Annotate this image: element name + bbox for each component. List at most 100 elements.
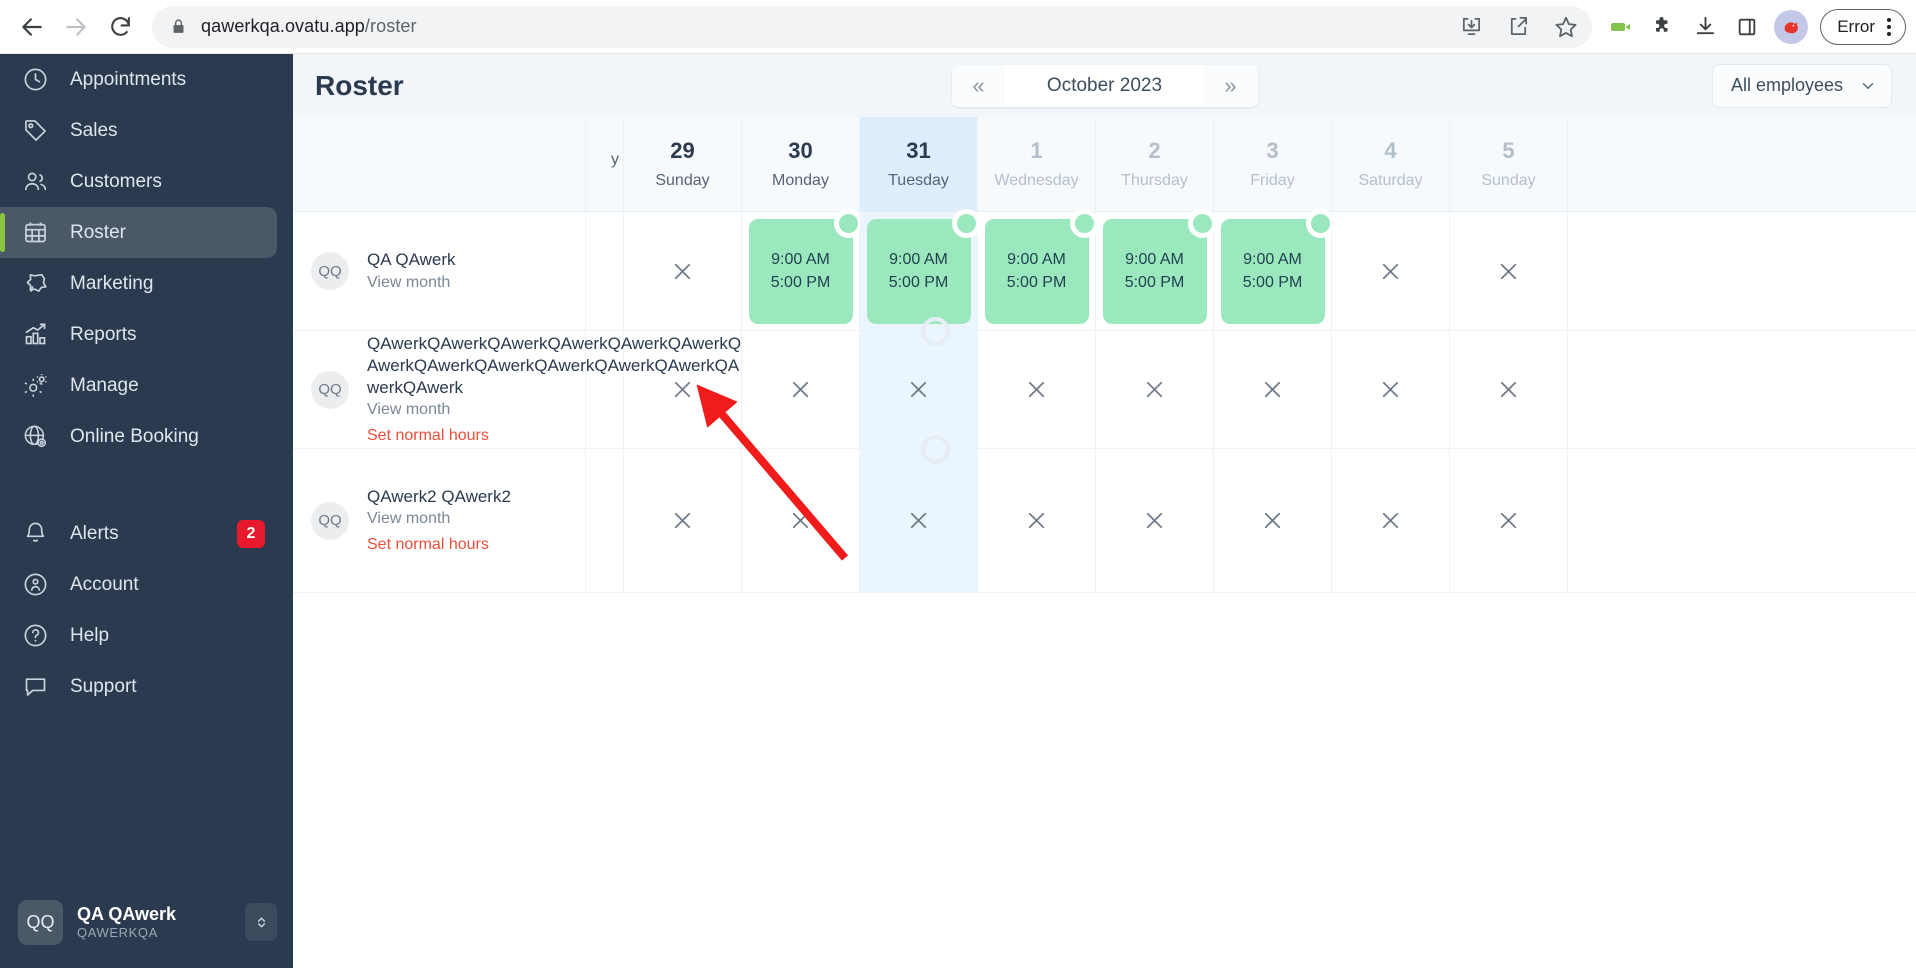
sidebar-item-customers[interactable]: Customers (0, 156, 277, 207)
shift-end-time: 5:00 PM (1006, 274, 1067, 291)
roster-cell-off[interactable] (1332, 212, 1450, 330)
roster-cell-off[interactable] (1096, 449, 1214, 592)
sidebar-item-account[interactable]: Account (0, 559, 277, 610)
sidebar-profile[interactable]: QQ QA QAwerk QAWERKQA (18, 894, 277, 950)
chat-icon (22, 673, 56, 700)
roster-cell-off[interactable] (978, 331, 1096, 448)
reload-button[interactable] (98, 5, 142, 49)
day-column-header[interactable]: 4 Saturday (1332, 117, 1450, 211)
sidebar-item-manage[interactable]: Manage (0, 360, 277, 411)
roster-cell-off[interactable] (742, 331, 860, 448)
roster-cell-shift[interactable]: 9:00 AM 5:00 PM (742, 208, 863, 330)
account-switcher-button[interactable] (245, 903, 277, 941)
month-navigator: « October 2023 » (951, 64, 1258, 107)
sidebar-item-label: Help (70, 624, 110, 646)
roster-cell-off[interactable] (1214, 331, 1332, 448)
roster-cell-shift-today[interactable]: 9:00 AM 5:00 PM (860, 208, 981, 330)
bookmark-star-icon[interactable] (1554, 15, 1578, 39)
next-month-button[interactable]: » (1203, 64, 1258, 107)
roster-cell-off[interactable] (1096, 331, 1214, 448)
partial-day-cell[interactable] (586, 449, 624, 592)
view-month-link[interactable]: View month (367, 508, 511, 529)
roster-cell-off[interactable] (1332, 449, 1450, 592)
sidebar-item-online-booking[interactable]: Online Booking (0, 411, 277, 462)
extensions-button[interactable] (1642, 6, 1684, 48)
screen-recorder-button[interactable] (1600, 6, 1642, 48)
day-column-header[interactable]: 3 Friday (1214, 117, 1332, 211)
shift-start-time: 9:00 AM (771, 250, 830, 268)
roster-cell-shift[interactable]: 9:00 AM 5:00 PM (978, 208, 1099, 330)
forward-button[interactable] (54, 5, 98, 49)
day-number: 2 (1148, 138, 1161, 163)
shift-card[interactable]: 9:00 AM 5:00 PM (866, 208, 981, 324)
roster-cell-off[interactable] (624, 212, 742, 330)
day-column-header[interactable]: 29 Sunday (624, 117, 742, 211)
back-button[interactable] (10, 5, 54, 49)
employee-name: QA QAwerk (367, 250, 456, 270)
employee-cell: QQ QAwerk2 QAwerk2 View month Set normal… (293, 449, 586, 592)
day-column-header[interactable]: 2 Thursday (1096, 117, 1214, 211)
prev-month-button[interactable]: « (951, 64, 1006, 107)
roster-cell-off[interactable] (1214, 449, 1332, 592)
roster-cell-off[interactable] (1450, 212, 1568, 330)
day-column-header-today[interactable]: 31 Tuesday (860, 117, 978, 211)
shift-end-time: 5:00 PM (1124, 274, 1185, 291)
roster-cell-off[interactable] (624, 449, 742, 592)
three-dot-menu-icon[interactable] (1879, 17, 1899, 36)
day-number: 4 (1384, 138, 1397, 163)
day-column-header[interactable]: 1 Wednesday (978, 117, 1096, 211)
url-path: /roster (364, 16, 417, 36)
sidebar-item-roster[interactable]: Roster (0, 207, 277, 258)
add-shift-circle-icon[interactable] (920, 317, 950, 346)
day-column-header[interactable]: 5 Sunday (1450, 117, 1568, 211)
sidebar-item-label: Alerts (70, 522, 119, 544)
close-x-icon (1264, 512, 1281, 529)
shift-card[interactable]: 9:00 AM 5:00 PM (748, 208, 863, 324)
close-x-icon (1146, 512, 1163, 529)
sidebar-item-sales[interactable]: Sales (0, 105, 277, 156)
roster-cell-off[interactable] (1450, 449, 1568, 592)
browser-extension-toolbar: Error (1600, 6, 1916, 48)
shift-card[interactable]: 9:00 AM 5:00 PM (984, 208, 1099, 324)
add-shift-circle-icon[interactable] (920, 435, 950, 464)
side-panel-button[interactable] (1726, 6, 1768, 48)
shift-card[interactable]: 9:00 AM 5:00 PM (1220, 208, 1335, 324)
roster-cell-shift[interactable]: 9:00 AM 5:00 PM (1214, 208, 1335, 330)
roster-cell-off[interactable] (1450, 331, 1568, 448)
downloads-button[interactable] (1684, 6, 1726, 48)
address-bar[interactable]: qawerkqa.ovatu.app/roster (152, 5, 1593, 48)
employee-filter-dropdown[interactable]: All employees (1711, 63, 1892, 108)
install-app-icon[interactable] (1460, 15, 1483, 38)
forward-arrow-icon (66, 17, 86, 36)
profile-avatar[interactable] (1774, 9, 1809, 44)
view-month-link[interactable]: View month (367, 272, 456, 293)
share-icon[interactable] (1507, 15, 1530, 38)
close-x-icon (1382, 263, 1399, 279)
current-month-label: October 2023 (1046, 74, 1163, 96)
day-name: Saturday (1358, 172, 1423, 189)
roster-cell-off-today[interactable] (860, 317, 978, 448)
page-header: Roster « October 2023 » All employees (293, 54, 1916, 117)
error-indicator[interactable]: Error (1820, 8, 1906, 45)
sidebar-item-alerts[interactable]: Alerts 2 (0, 508, 277, 559)
shift-status-circle-icon (833, 208, 863, 238)
day-name: Friday (1250, 172, 1295, 189)
globe-gear-icon (22, 423, 56, 450)
sidebar-item-appointments[interactable]: Appointments (0, 54, 277, 105)
shift-card[interactable]: 9:00 AM 5:00 PM (1102, 208, 1217, 324)
roster-cell-shift[interactable]: 9:00 AM 5:00 PM (1096, 208, 1217, 330)
day-column-header[interactable]: 30 Monday (742, 117, 860, 211)
shift-status-circle-icon (1069, 208, 1099, 238)
account-icon (22, 571, 56, 598)
sidebar-item-help[interactable]: Help (0, 610, 277, 661)
roster-cell-off[interactable] (742, 449, 860, 592)
sidebar-item-marketing[interactable]: Marketing (0, 258, 277, 309)
roster-cell-off-today[interactable] (860, 435, 978, 592)
sidebar-item-support[interactable]: Support (0, 661, 277, 712)
roster-cell-off[interactable] (1332, 331, 1450, 448)
roster-cell-off[interactable] (978, 449, 1096, 592)
sidebar-item-reports[interactable]: Reports (0, 309, 277, 360)
partial-day-cell[interactable] (586, 212, 624, 330)
gears-icon (22, 372, 56, 399)
set-normal-hours-link[interactable]: Set normal hours (367, 534, 511, 555)
